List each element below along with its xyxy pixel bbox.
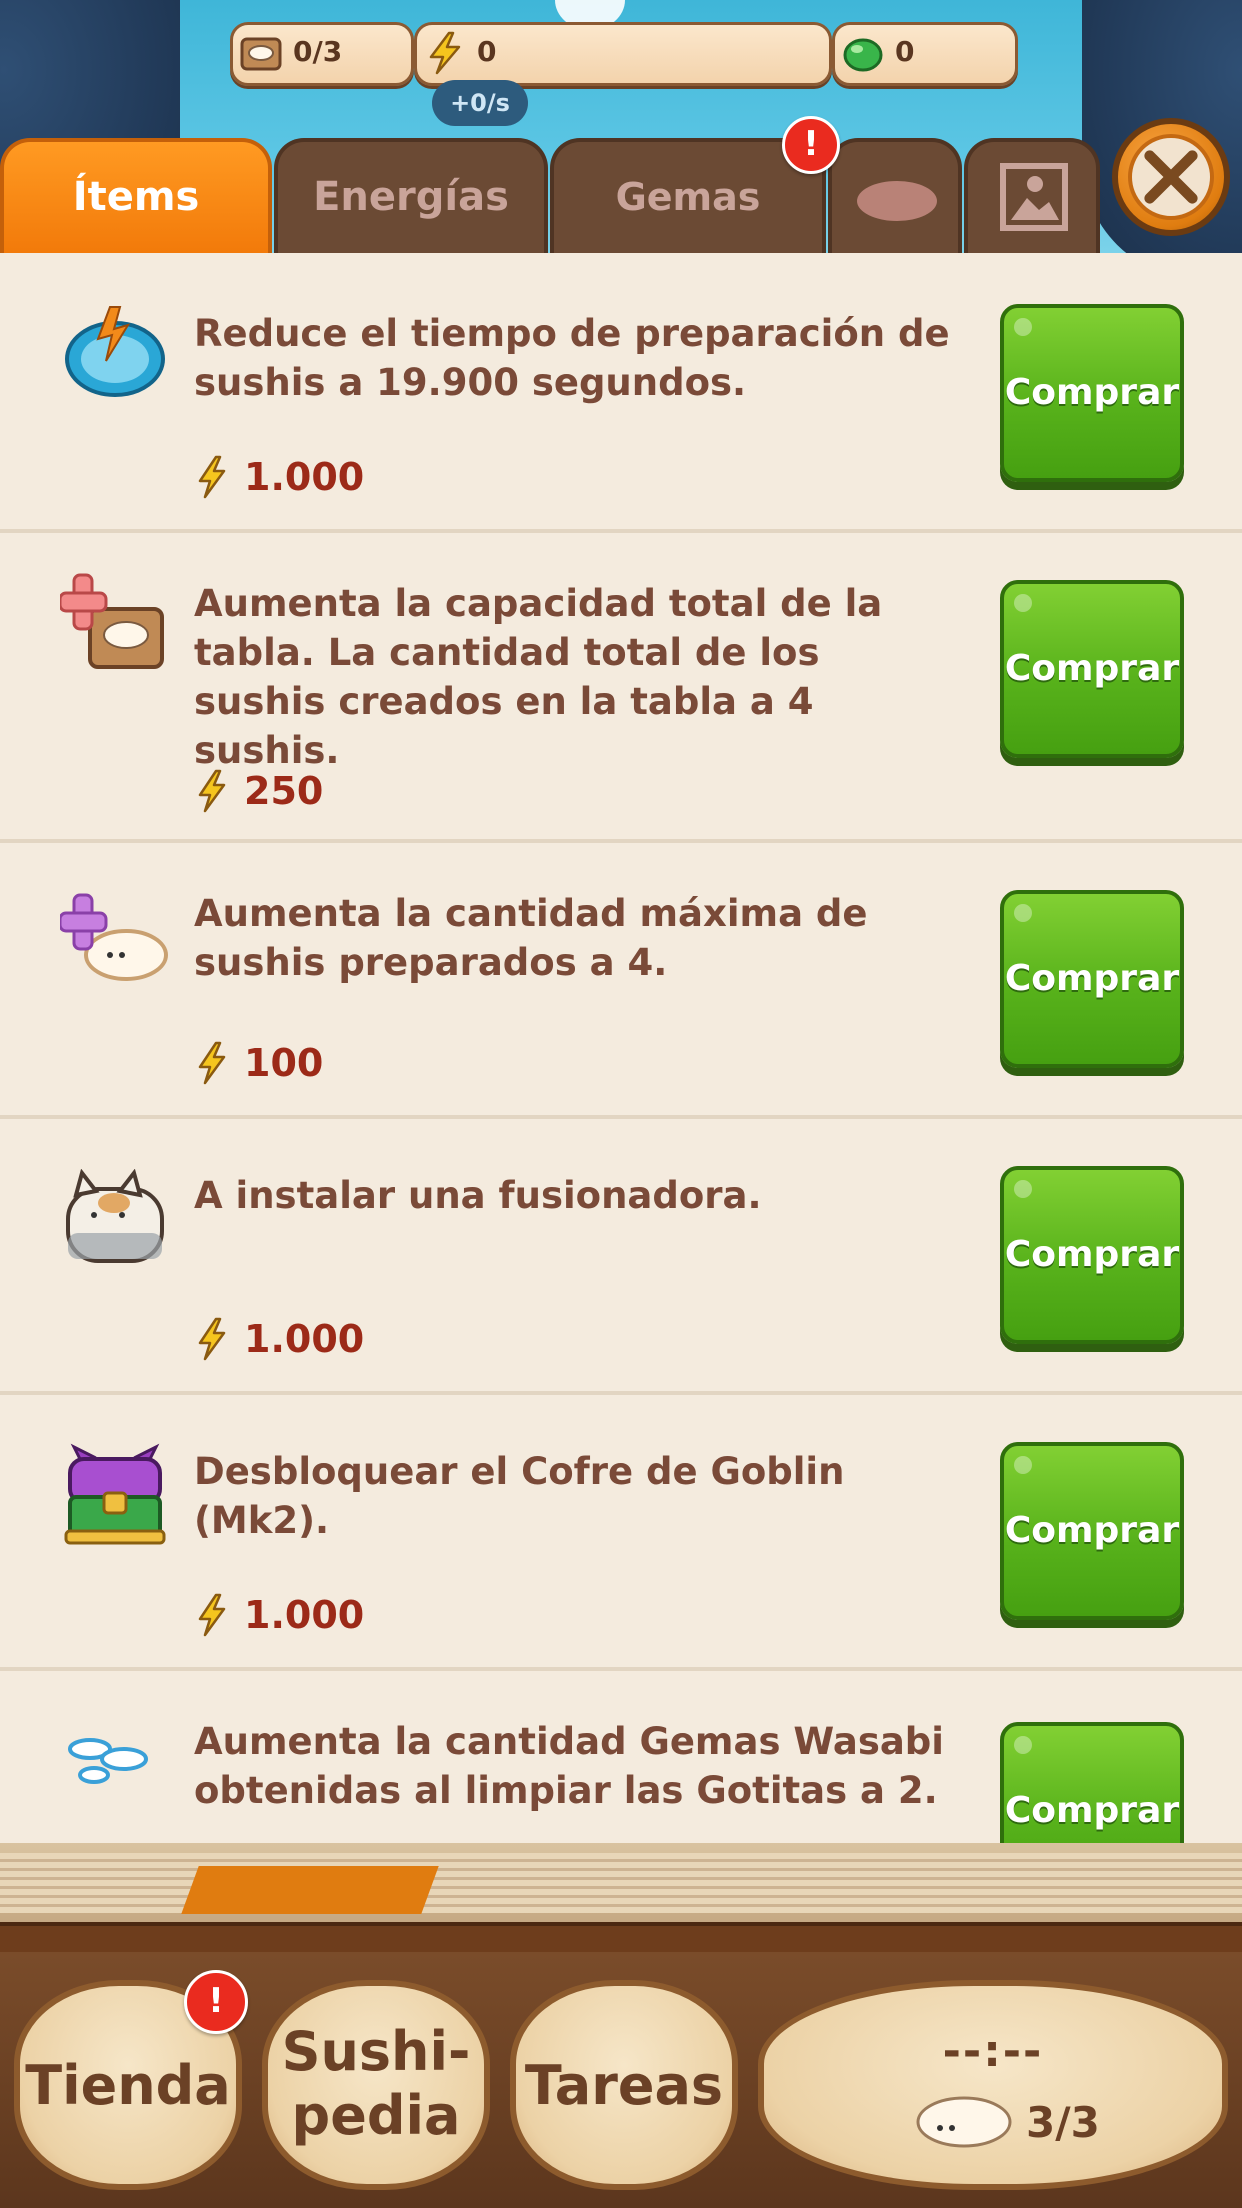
tasks-label: Tareas (524, 2054, 724, 2117)
item-price-value: 250 (244, 769, 324, 813)
wasabi-gem-counter: 0 (832, 22, 1018, 86)
energy-counter: 0 (414, 22, 832, 86)
bookmark-ribbon (181, 1866, 439, 1914)
buy-button[interactable]: Comprar (1000, 890, 1184, 1068)
list-item: Aumenta la capacidad total de la tabla. … (0, 529, 1242, 843)
buy-button[interactable]: Comprar (1000, 1442, 1184, 1620)
goblin-chest-icon (64, 1443, 166, 1545)
energy-rate: +0/s (432, 80, 528, 126)
item-description: Aumenta la cantidad máxima de sushis pre… (194, 892, 868, 984)
item-price-value: 1.000 (244, 1317, 365, 1361)
sushipedia-label-line1: Sushi- (281, 2020, 471, 2083)
picture-icon (1000, 163, 1068, 231)
item-price-value: 1.000 (244, 455, 365, 499)
energy-value: 0 (477, 35, 497, 68)
item-description: Aumenta la capacidad total de la tabla. … (194, 582, 883, 772)
sushi-timer: --:-- (942, 2026, 1044, 2077)
lightning-icon (198, 455, 226, 499)
lightning-icon (198, 1041, 226, 1085)
wasabi-gem-value: 0 (895, 35, 915, 68)
lightning-icon (429, 31, 461, 75)
tab-items[interactable]: Ítems (0, 138, 272, 253)
tasks-button[interactable]: Tareas (510, 1980, 738, 2190)
sushi-count-value: 3/3 (1026, 2098, 1100, 2147)
list-item: A instalar una fusionadora. 1.000 Compra… (0, 1115, 1242, 1395)
sushi-icon (916, 2096, 1012, 2148)
tab-energies-label: Energías (313, 174, 509, 220)
sushipedia-button[interactable]: Sushi- pedia (262, 1980, 490, 2190)
board-capacity-counter: 0/3 (230, 22, 414, 86)
wood-divider (0, 1922, 1242, 1956)
sushipedia-label-line2: pedia (291, 2084, 461, 2147)
cat-fusion-icon (66, 1169, 164, 1263)
wasabi-gem-icon (843, 38, 883, 72)
lightning-icon (198, 769, 226, 813)
item-description: Reduce el tiempo de preparación de sushi… (194, 312, 950, 404)
close-button[interactable] (1112, 118, 1230, 236)
sushi-status-panel[interactable]: --:-- 3/3 (758, 1980, 1228, 2190)
item-price-value: 100 (244, 1041, 324, 1085)
buy-button[interactable]: Comprar (1000, 580, 1184, 758)
item-description: Aumenta la cantidad Gemas Wasabi obtenid… (194, 1720, 944, 1812)
lightning-icon (198, 1593, 226, 1637)
list-item: Reduce el tiempo de preparación de sushi… (0, 253, 1242, 533)
item-list[interactable]: Reduce el tiempo de preparación de sushi… (0, 253, 1242, 1843)
item-description: A instalar una fusionadora. (194, 1174, 762, 1217)
lightning-icon (198, 1317, 226, 1361)
item-price-value: 1.000 (244, 1593, 365, 1637)
wasabi-tab-alert-badge: ! (782, 116, 840, 174)
shop-label: Tienda (25, 2054, 231, 2117)
buy-button[interactable]: Comprar (1000, 1722, 1184, 1843)
sushi-count: 3/3 (914, 2094, 1214, 2154)
board-plus-icon (60, 573, 164, 669)
sushi-icon (857, 181, 937, 221)
board-capacity-value: 0/3 (293, 35, 343, 68)
sushi-board-icon (240, 37, 282, 71)
shop-alert-badge: ! (184, 1970, 248, 2034)
tab-sushi[interactable] (828, 138, 962, 253)
buy-button[interactable]: Comprar (1000, 304, 1184, 482)
buy-button[interactable]: Comprar (1000, 1166, 1184, 1344)
item-description: Desbloquear el Cofre de Goblin (Mk2). (194, 1450, 845, 1542)
list-item: Aumenta la cantidad máxima de sushis pre… (0, 839, 1242, 1119)
list-item: Desbloquear el Cofre de Goblin (Mk2). 1.… (0, 1391, 1242, 1671)
list-item: Aumenta la cantidad Gemas Wasabi obtenid… (0, 1667, 1242, 1843)
sushi-plus-icon (60, 893, 168, 981)
tab-gallery[interactable] (964, 138, 1100, 253)
tab-items-label: Ítems (72, 174, 200, 220)
stopwatch-icon (65, 306, 165, 397)
tab-energies[interactable]: Energías (274, 138, 548, 253)
close-icon (1144, 150, 1198, 204)
droplets-icon (68, 1738, 148, 1784)
shop-tabs: Ítems Energías Gemas Wasabi (0, 138, 1242, 329)
